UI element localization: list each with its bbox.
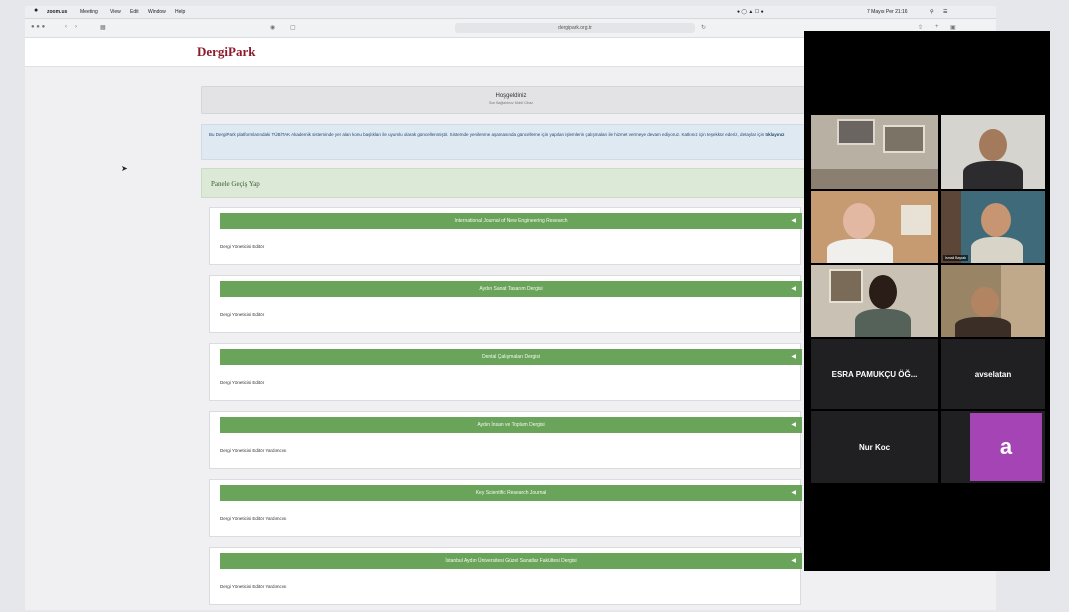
avatar-letter: a [999,434,1013,459]
zoom-gallery-window: İsmail Bayrak ESRA PAMUKÇU ÖĞ... avselat… [804,31,1050,571]
journal-role: Dergi Yöneticisi Editör Yardımcısı [220,584,287,589]
caret-left-icon[interactable]: ◀ [791,417,796,433]
share-icon[interactable]: ⇧ [918,24,923,31]
back-icon[interactable]: ‹ [65,24,67,30]
journal-name: İstanbul Aydın Üniversitesi Güzel Sanatl… [445,558,577,564]
journal-name: International Journal of New Engineering… [454,218,568,224]
participant-nameplate: İsmail Bayrak [943,255,969,261]
shield-icon[interactable]: ◉ [270,24,275,31]
participant-name: Nur Koc [858,442,891,452]
participant-tile-esra[interactable]: ESRA PAMUKÇU ÖĞ... [811,339,938,409]
journal-name: Aydın Sanat Tasarım Dergisi [479,286,543,292]
dergipark-logo[interactable]: DergiPark [197,44,255,60]
journal-role: Dergi Yöneticisi Editör [220,312,265,317]
journal-role: Dergi Yöneticisi Editör [220,244,265,249]
participant-tile-nur[interactable]: Nur Koc [811,411,938,483]
main-content: Hoşgeldiniz Son Bağlantınız Mobil Cihaz … [201,86,821,610]
page-icon[interactable]: ▢ [290,24,296,31]
journal-card: International Journal of New Engineering… [209,207,802,265]
journal-header-button[interactable]: Key Scientific Research Journal ◀ [220,485,802,501]
sidebar-icon[interactable]: ▦ [100,24,106,31]
welcome-panel: Hoşgeldiniz Son Bağlantınız Mobil Cihaz [201,86,821,114]
menu-item-meeting[interactable]: Meeting [80,9,98,15]
journal-card: İstanbul Aydın Üniversitesi Güzel Sanatl… [209,547,802,605]
journal-name: Key Scientific Research Journal [475,490,547,496]
journal-role: Dergi Yöneticisi Editör Yardımcısı [220,516,287,521]
journal-card: Aydın Sanat Tasarım Dergisi ◀ Dergi Yöne… [209,275,802,333]
mac-menu-bar: ● zoom.us Meeting View Edit Window Help … [25,6,996,19]
participant-name: avselatan [974,369,1012,379]
journal-header-button[interactable]: International Journal of New Engineering… [220,213,802,229]
participant-tile-avatar[interactable]: a [941,411,1045,483]
apple-icon[interactable]: ● [34,7,38,14]
journal-card: Dental Çalışmaları Dergisi ◀ Dergi Yönet… [209,343,802,401]
journal-header-button[interactable]: İstanbul Aydın Üniversitesi Güzel Sanatl… [220,553,802,569]
participant-video[interactable] [811,115,938,189]
journal-header-button[interactable]: Aydın İnsan ve Toplum Dergisi ◀ [220,417,802,433]
journal-header-button[interactable]: Dental Çalışmaları Dergisi ◀ [220,349,802,365]
window-controls-icon[interactable]: ● ● ● [31,24,45,30]
new-tab-icon[interactable]: + [935,24,939,30]
participant-video[interactable] [941,265,1045,337]
panel-switch-link[interactable]: Panele Geçiş Yap [201,168,821,198]
participant-name: ESRA PAMUKÇU ÖĞ... [831,369,918,379]
participant-video[interactable] [811,265,938,337]
welcome-title: Hoşgeldiniz [495,93,527,99]
welcome-subtitle: Son Bağlantınız Mobil Cihaz [489,101,533,105]
journal-role: Dergi Yöneticisi Editör [220,380,265,385]
caret-left-icon[interactable]: ◀ [791,553,796,569]
caret-left-icon[interactable]: ◀ [791,349,796,365]
caret-left-icon[interactable]: ◀ [791,485,796,501]
mouse-cursor-icon: ➤ [121,164,128,173]
menubar-clock: 7 Mayıs Per 21:16 [867,9,908,15]
caret-left-icon[interactable]: ◀ [791,281,796,297]
info-text: Bu DergiPark platformlarındaki TÜBİTAK A… [209,132,765,137]
control-center-icon[interactable]: ☰ [943,9,947,15]
menu-item-window[interactable]: Window [148,9,166,15]
journal-header-button[interactable]: Aydın Sanat Tasarım Dergisi ◀ [220,281,802,297]
menu-item-app[interactable]: zoom.us [47,9,67,15]
menu-item-edit[interactable]: Edit [130,9,139,15]
url-text: dergipark.org.tr [558,25,592,31]
journal-name: Aydın İnsan ve Toplum Dergisi [477,422,545,428]
info-alert: Bu DergiPark platformlarındaki TÜBİTAK A… [201,124,821,160]
menu-item-help[interactable]: Help [175,9,185,15]
address-bar[interactable]: dergipark.org.tr [455,23,695,33]
participant-video[interactable] [941,115,1045,189]
status-icons: ● ◯ ▲ ☐ ● [737,9,764,15]
participant-video[interactable]: İsmail Bayrak [941,191,1045,263]
journal-list: International Journal of New Engineering… [201,207,821,605]
search-icon[interactable]: ⚲ [930,9,934,15]
journal-name: Dental Çalışmaları Dergisi [481,354,541,360]
journal-card: Key Scientific Research Journal ◀ Dergi … [209,479,802,537]
panel-switch-label: Panele Geçiş Yap [211,180,260,188]
journal-card: Aydın İnsan ve Toplum Dergisi ◀ Dergi Yö… [209,411,802,469]
journal-role: Dergi Yöneticisi Editör Yardımcısı [220,448,287,453]
caret-left-icon[interactable]: ◀ [791,213,796,229]
info-link[interactable]: tıklayınız [765,132,784,137]
tabs-overview-icon[interactable]: ▣ [950,24,956,31]
menu-item-view[interactable]: View [110,9,121,15]
avatar: a [970,413,1042,481]
participant-video[interactable] [811,191,938,263]
reload-icon[interactable]: ↻ [701,24,706,31]
participant-tile-avselatan[interactable]: avselatan [941,339,1045,409]
forward-icon[interactable]: › [75,24,77,30]
